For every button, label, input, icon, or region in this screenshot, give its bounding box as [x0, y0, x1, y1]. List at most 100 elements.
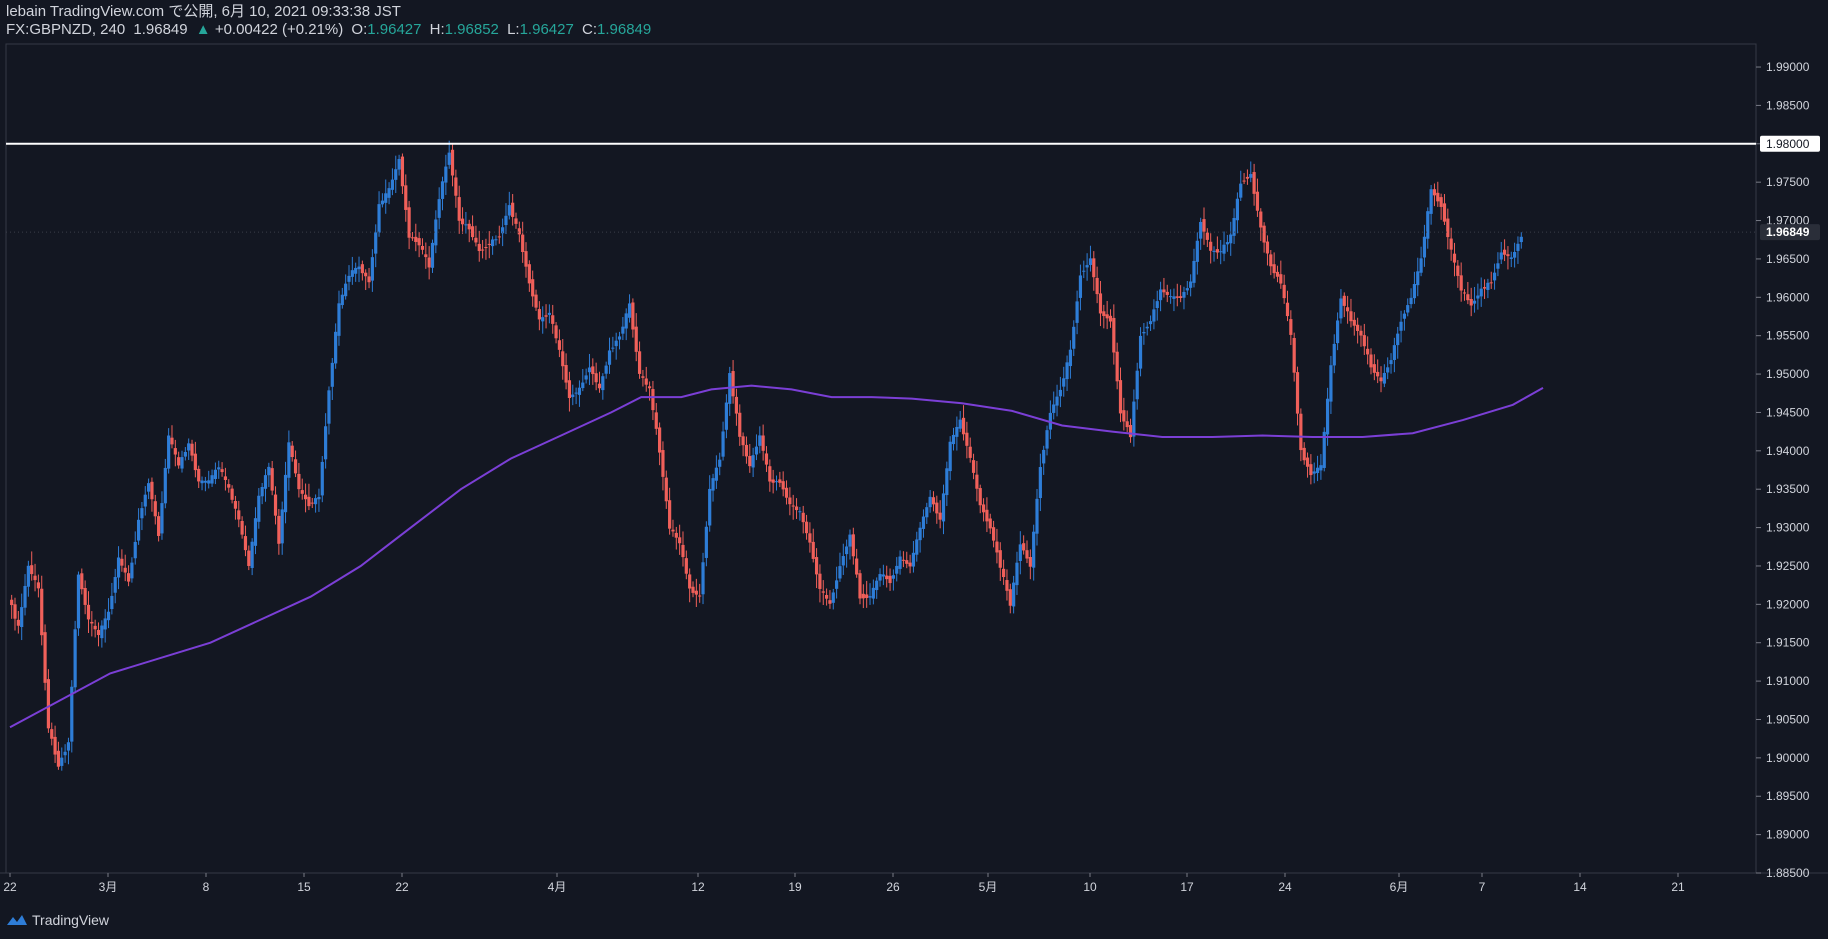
candle [1169, 289, 1173, 304]
price-tick-label: 1.90000 [1766, 751, 1810, 765]
candle [1369, 348, 1373, 375]
candle [855, 548, 859, 578]
candle [1275, 265, 1280, 283]
candle [480, 240, 485, 259]
candle [851, 527, 855, 565]
time-tick-label: 26 [886, 880, 900, 894]
price-tick-label: 1.95000 [1766, 367, 1810, 381]
candle [1068, 340, 1073, 379]
candle [1506, 246, 1510, 270]
candle [911, 540, 916, 573]
candle [1088, 245, 1093, 272]
price-tick-label: 1.92500 [1766, 559, 1810, 573]
candle [724, 394, 729, 439]
candle [567, 371, 572, 412]
candle [143, 486, 147, 516]
candle [1125, 410, 1129, 433]
candle [1138, 327, 1143, 377]
candle [865, 580, 869, 608]
candle [658, 422, 662, 466]
candle [36, 574, 40, 598]
candle [1215, 236, 1219, 259]
candle [424, 242, 428, 269]
candle [1252, 163, 1256, 206]
candle [564, 353, 568, 390]
candle [23, 574, 27, 616]
candle [313, 494, 318, 513]
candle [734, 388, 739, 426]
price-chart[interactable]: 1.990001.985001.980001.975001.970001.965… [0, 0, 1828, 939]
candle [1416, 257, 1420, 297]
price-tick-label: 1.93000 [1766, 521, 1810, 535]
horizontal-level-value: 1.98000 [1766, 137, 1810, 151]
candle [1042, 445, 1046, 475]
price-tick-label: 1.99000 [1766, 60, 1810, 74]
candle [1239, 170, 1243, 201]
candle [1376, 359, 1380, 384]
candle [507, 191, 511, 220]
candle [764, 446, 769, 472]
candle [1045, 425, 1049, 456]
candle [554, 322, 558, 344]
candle [230, 485, 234, 504]
candle [160, 491, 164, 540]
candle [1115, 342, 1119, 390]
candle [1269, 249, 1273, 276]
candle [1285, 290, 1290, 322]
candle [110, 582, 114, 615]
candle [941, 484, 946, 535]
candle [534, 289, 538, 311]
candle [297, 462, 301, 498]
candle [20, 593, 24, 641]
candle [380, 193, 384, 208]
candle [1349, 298, 1353, 328]
candle [574, 387, 578, 405]
candle [437, 187, 441, 230]
candle [1062, 366, 1066, 397]
candle [450, 144, 455, 187]
candle [484, 238, 488, 260]
candle [1486, 278, 1490, 299]
candle [754, 434, 759, 461]
candle [370, 249, 374, 292]
candle [1189, 274, 1193, 297]
candle [1419, 246, 1423, 277]
candle [1175, 283, 1179, 307]
candle [1142, 323, 1146, 345]
candle [1362, 323, 1366, 355]
candle [280, 501, 284, 555]
candle [1332, 334, 1336, 374]
candle [1282, 274, 1286, 304]
candle [784, 480, 789, 505]
candle [531, 270, 535, 307]
candle [1212, 246, 1216, 262]
candle [611, 336, 615, 353]
candle [116, 546, 121, 590]
candle [96, 622, 101, 647]
candle [491, 236, 495, 255]
price-tick-label: 1.89500 [1766, 789, 1810, 803]
candle [1245, 169, 1250, 185]
candle [1432, 183, 1437, 207]
price-tick-label: 1.96500 [1766, 252, 1810, 266]
candle [1366, 336, 1370, 365]
candle [621, 317, 625, 341]
candle [1182, 286, 1186, 310]
price-tick-label: 1.91000 [1766, 674, 1810, 688]
candle [303, 483, 308, 513]
candle [357, 256, 361, 283]
candle [477, 230, 481, 262]
candle [891, 569, 895, 591]
candle [998, 542, 1002, 581]
candle [1472, 286, 1477, 313]
candle [497, 225, 501, 244]
candle [133, 531, 137, 565]
candle [1302, 442, 1306, 465]
time-tick-label: 24 [1278, 880, 1292, 894]
candle [808, 522, 812, 553]
candle [1158, 281, 1163, 312]
time-tick-label: 14 [1573, 880, 1587, 894]
candle [140, 501, 144, 531]
candle [350, 256, 354, 285]
candle [1095, 266, 1099, 304]
